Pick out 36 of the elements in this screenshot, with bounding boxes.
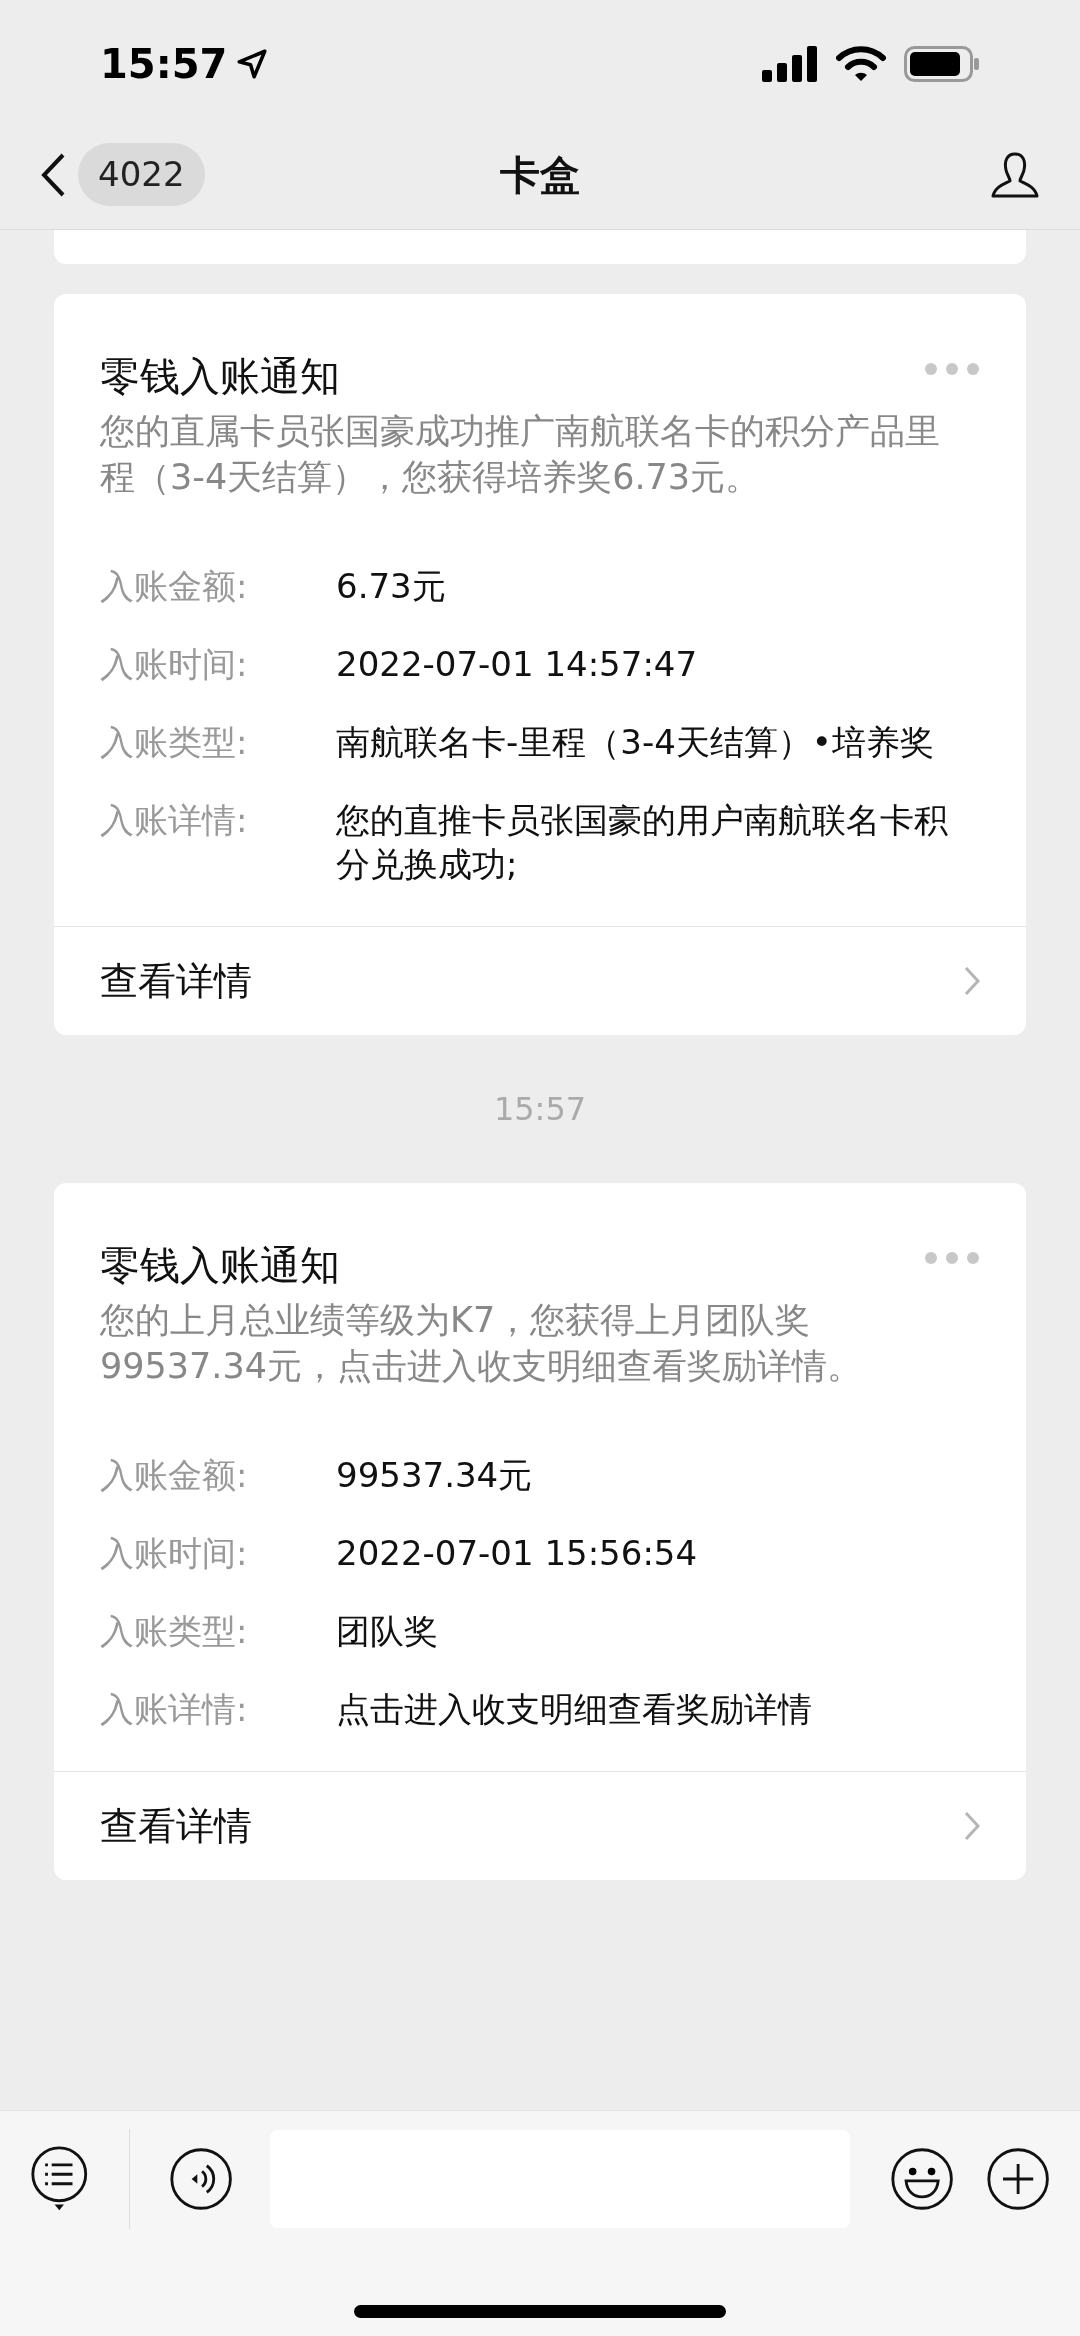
field-label: 入账详情: bbox=[100, 799, 249, 842]
card-title: 零钱入账通知 bbox=[100, 352, 340, 400]
view-details-link[interactable]: 查看详情 bbox=[54, 1772, 1026, 1880]
voice-icon[interactable] bbox=[169, 2145, 234, 2213]
card-title: 零钱入账通知 bbox=[100, 1241, 340, 1289]
view-details-link[interactable]: 查看详情 bbox=[54, 927, 1026, 1035]
unread-count-badge: 4022 bbox=[78, 143, 205, 206]
wifi-icon bbox=[836, 46, 886, 82]
chevron-right-icon bbox=[964, 1811, 980, 1841]
field-label: 入账详情: bbox=[100, 1688, 249, 1731]
field-value: 2022-07-01 15:56:54 bbox=[336, 1532, 699, 1575]
card-description: 您的上月总业绩等级为K7，您获得上月团队奖99537.34元，点击进入收支明细查看奖励详情。 bbox=[100, 1299, 863, 1388]
chevron-right-icon bbox=[964, 966, 980, 996]
emoji-icon[interactable] bbox=[889, 2145, 954, 2213]
field-label: 入账时间: bbox=[100, 643, 249, 686]
signal-icon bbox=[762, 46, 818, 82]
message-time: 15:57 bbox=[493, 1089, 587, 1130]
field-value: 团队奖 bbox=[336, 1610, 439, 1653]
field-value: 6.73元 bbox=[336, 565, 447, 608]
location-arrow-icon bbox=[235, 47, 270, 81]
add-icon[interactable] bbox=[985, 2145, 1050, 2213]
status-time: 15:57 bbox=[100, 40, 228, 89]
field-value: 2022-07-01 14:57:47 bbox=[336, 643, 699, 686]
chat-title: 卡盒 bbox=[500, 150, 580, 200]
field-label: 入账金额: bbox=[100, 1454, 249, 1497]
field-value: 南航联名卡-里程（3-4天结算）•培养奖 bbox=[336, 721, 935, 764]
field-label: 入账金额: bbox=[100, 565, 249, 608]
card-description: 您的直属卡员张国豪成功推广南航联名卡的积分产品里程（3-4天结算），您获得培养奖6.73元。 bbox=[100, 410, 941, 499]
field-label: 入账类型: bbox=[100, 1610, 249, 1653]
field-value: 99537.34元 bbox=[336, 1454, 534, 1497]
battery-icon bbox=[904, 46, 980, 82]
field-label: 入账时间: bbox=[100, 1532, 249, 1575]
field-label: 入账类型: bbox=[100, 721, 249, 764]
field-value: 您的直推卡员张国豪的用户南航联名卡积分兑换成功; bbox=[336, 799, 949, 886]
back-icon[interactable] bbox=[40, 151, 66, 198]
field-value: 点击进入收支明细查看奖励详情 bbox=[336, 1688, 813, 1731]
